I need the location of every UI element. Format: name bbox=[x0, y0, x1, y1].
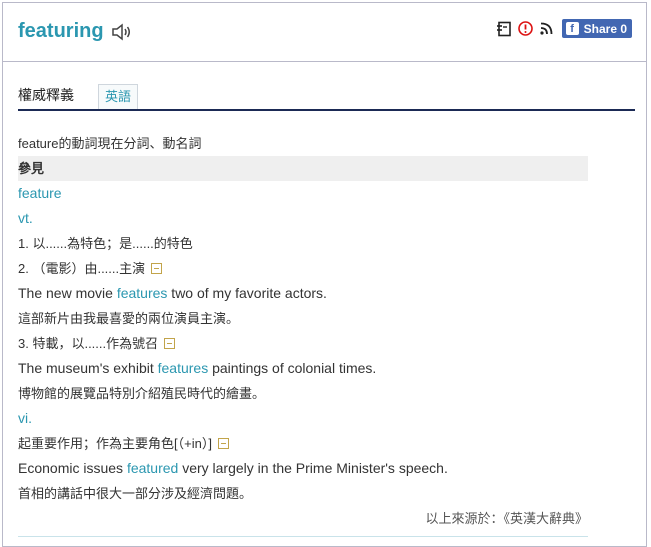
sense-3-text: 3. 特載，以......作為號召 bbox=[18, 336, 159, 351]
sense-4: 起重要作用；作為主要角色[（+in）] bbox=[18, 431, 588, 456]
pos-vi: vi. bbox=[18, 410, 32, 426]
rss-icon[interactable] bbox=[538, 20, 555, 37]
example-3-pre: The museum's exhibit bbox=[18, 360, 158, 376]
wordbook-icon[interactable] bbox=[496, 20, 513, 37]
example-4-post: very largely in the Prime Minister's spe… bbox=[178, 460, 448, 476]
report-icon[interactable] bbox=[517, 20, 534, 37]
entry-header: featuring f Share 0 bbox=[3, 3, 646, 62]
sense-4-text: 起重要作用；作為主要角色[（+in）] bbox=[18, 436, 212, 451]
example-3-en: The museum's exhibit features paintings … bbox=[18, 356, 588, 381]
tab-english[interactable]: 英語 bbox=[98, 84, 139, 109]
example-4-pre: Economic issues bbox=[18, 460, 127, 476]
example-2-en: The new movie features two of my favorit… bbox=[18, 281, 588, 306]
example-4-en: Economic issues featured very largely in… bbox=[18, 456, 588, 481]
sense-2: 2. （電影）由......主演 bbox=[18, 256, 588, 281]
example-3-post: paintings of colonial times. bbox=[208, 360, 377, 376]
sense-2-text: 2. （電影）由......主演 bbox=[18, 261, 146, 276]
sense-1: 1. 以......為特色；是......的特色 bbox=[18, 236, 193, 251]
divider bbox=[18, 536, 588, 537]
inflection-note: feature的動詞現在分詞、動名詞 bbox=[18, 136, 202, 151]
definition-tabs: 權威釋義 英語 bbox=[18, 81, 635, 111]
facebook-icon: f bbox=[565, 22, 579, 35]
share-count-label: Share 0 bbox=[583, 21, 627, 36]
collapse-icon[interactable] bbox=[164, 338, 176, 349]
collapse-icon[interactable] bbox=[151, 263, 163, 274]
example-4-zh: 首相的講話中很大一部分涉及經濟問題。 bbox=[18, 486, 253, 501]
collapse-icon[interactable] bbox=[217, 438, 229, 449]
headword-title: featuring bbox=[18, 20, 104, 42]
speaker-icon[interactable] bbox=[111, 22, 133, 42]
sense-3: 3. 特載，以......作為號召 bbox=[18, 331, 588, 356]
example-3-zh: 博物館的展覽品特別介紹殖民時代的繪畫。 bbox=[18, 386, 266, 401]
facebook-share-button[interactable]: f Share 0 bbox=[561, 19, 632, 38]
dictionary-card: featuring f Share 0 權威釋義 英語 feature的動詞現在… bbox=[2, 2, 647, 547]
example-3-highlight: features bbox=[157, 360, 209, 376]
example-2-pre: The new movie bbox=[18, 285, 117, 301]
header-toolbar: f Share 0 bbox=[496, 19, 632, 38]
tab-authority[interactable]: 權威釋義 bbox=[18, 85, 74, 105]
example-2-post: two of my favorite actors. bbox=[167, 285, 327, 301]
example-2-zh: 這部新片由我最喜愛的兩位演員主演。 bbox=[18, 311, 240, 326]
see-also-heading: 參見 bbox=[18, 156, 588, 181]
definition-content: feature的動詞現在分詞、動名詞 參見 feature vt. 1. 以..… bbox=[18, 131, 588, 531]
source-citation: 以上來源於：《英漢大辭典》 bbox=[425, 511, 588, 526]
example-2-highlight: features bbox=[116, 285, 168, 301]
example-4-highlight: featured bbox=[126, 460, 179, 476]
pos-vt: vt. bbox=[18, 210, 33, 226]
see-also-link[interactable]: feature bbox=[18, 181, 588, 206]
